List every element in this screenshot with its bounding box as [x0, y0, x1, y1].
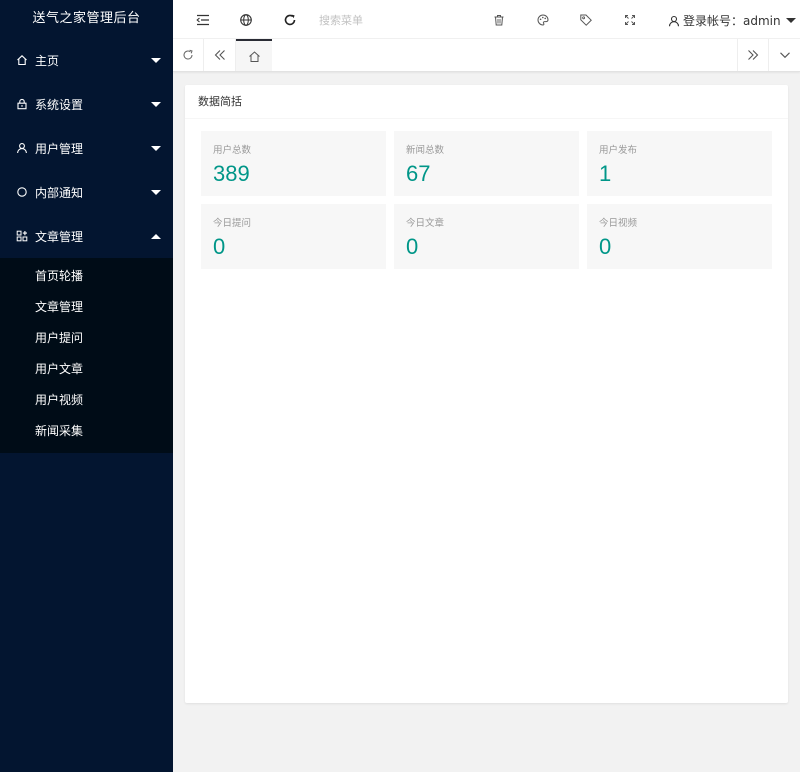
- stat-label: 用户总数: [213, 145, 252, 156]
- stat-label: 新闻总数: [406, 145, 445, 156]
- sidebar-submenu: 首页轮播 文章管理 用户提问 用户文章 用户视频 新闻采集: [0, 258, 173, 453]
- stat-label: 今日视频: [599, 218, 638, 229]
- sidebar-item-label: 用户管理: [35, 141, 84, 156]
- stat-label: 用户发布: [599, 145, 638, 156]
- palette-icon[interactable]: [536, 13, 550, 27]
- top-header: 登录帐号：admin: [173, 0, 800, 39]
- submenu-item-user-questions[interactable]: 用户提问: [0, 323, 173, 354]
- chevron-down-icon: [151, 57, 161, 63]
- refresh-icon: [183, 49, 193, 60]
- user-menu[interactable]: 登录帐号：admin: [668, 12, 796, 29]
- search-input[interactable]: [319, 11, 449, 29]
- card-title: 数据简括: [185, 85, 788, 119]
- user-icon: [668, 15, 680, 27]
- submenu-item-carousel[interactable]: 首页轮播: [0, 261, 173, 292]
- circle-icon: [16, 186, 28, 198]
- sidebar: 送气之家管理后台 主页 系统设置 用户管理 内部通知 文章管理 首页轮播 文章管…: [0, 0, 173, 772]
- refresh-icon[interactable]: [283, 13, 297, 27]
- submenu-item-news-collect[interactable]: 新闻采集: [0, 416, 173, 447]
- chevron-down-icon: [151, 145, 161, 151]
- home-icon: [248, 50, 260, 62]
- user-label: 登录帐号：admin: [683, 14, 781, 28]
- double-chevron-right-icon: [748, 50, 759, 60]
- sidebar-item-settings[interactable]: 系统设置: [0, 82, 173, 126]
- chevron-down-icon: [151, 189, 161, 195]
- stat-value: 0: [599, 234, 612, 259]
- user-icon: [16, 142, 28, 154]
- sidebar-item-label: 文章管理: [35, 229, 84, 244]
- sidebar-item-home[interactable]: 主页: [0, 38, 173, 82]
- chevron-up-icon: [151, 233, 161, 239]
- stat-value: 67: [406, 161, 431, 186]
- chevron-down-icon: [785, 18, 796, 23]
- stat-user-posts: 用户发布 1: [587, 131, 772, 196]
- sidebar-item-articles[interactable]: 文章管理: [0, 214, 173, 258]
- tab-home[interactable]: [236, 39, 272, 71]
- home-icon: [16, 54, 28, 66]
- sidebar-item-users[interactable]: 用户管理: [0, 126, 173, 170]
- refresh-tab-button[interactable]: [173, 39, 204, 71]
- lock-icon: [16, 98, 28, 110]
- submenu-item-user-articles[interactable]: 用户文章: [0, 354, 173, 385]
- stat-today-articles: 今日文章 0: [394, 204, 579, 269]
- globe-icon[interactable]: [239, 13, 253, 27]
- submenu-item-user-videos[interactable]: 用户视频: [0, 385, 173, 416]
- stat-value: 0: [406, 234, 419, 259]
- sidebar-item-label: 主页: [35, 53, 60, 68]
- chevron-down-icon: [151, 101, 161, 107]
- data-overview-card: 数据简括 用户总数 389 新闻总数 67 用户发布 1 今日提问 0 今日文章…: [185, 85, 788, 703]
- tag-icon[interactable]: [579, 13, 593, 27]
- tabs-scroll-right-button[interactable]: [737, 39, 769, 71]
- sidebar-item-notices[interactable]: 内部通知: [0, 170, 173, 214]
- stat-value: 1: [599, 161, 612, 186]
- stat-total-news: 新闻总数 67: [394, 131, 579, 196]
- tabs-scroll-left-button[interactable]: [204, 39, 236, 71]
- fullscreen-icon[interactable]: [623, 13, 637, 27]
- double-chevron-left-icon: [214, 50, 225, 60]
- app-title: 送气之家管理后台: [32, 11, 141, 26]
- stat-label: 今日提问: [213, 218, 252, 229]
- sidebar-item-label: 内部通知: [35, 185, 84, 200]
- stat-value: 389: [213, 161, 250, 186]
- stat-total-users: 用户总数 389: [201, 131, 386, 196]
- submenu-item-article-manage[interactable]: 文章管理: [0, 292, 173, 323]
- stat-label: 今日文章: [406, 218, 445, 229]
- apps-icon: [16, 230, 28, 242]
- tabs-menu-button[interactable]: [769, 39, 800, 71]
- sidebar-item-label: 系统设置: [35, 97, 84, 112]
- tab-bar: [173, 39, 800, 72]
- stat-today-questions: 今日提问 0: [201, 204, 386, 269]
- menu-collapse-icon[interactable]: [196, 13, 210, 27]
- stat-today-videos: 今日视频 0: [587, 204, 772, 269]
- chevron-down-icon: [779, 52, 790, 59]
- trash-icon[interactable]: [492, 13, 506, 27]
- stat-value: 0: [213, 234, 226, 259]
